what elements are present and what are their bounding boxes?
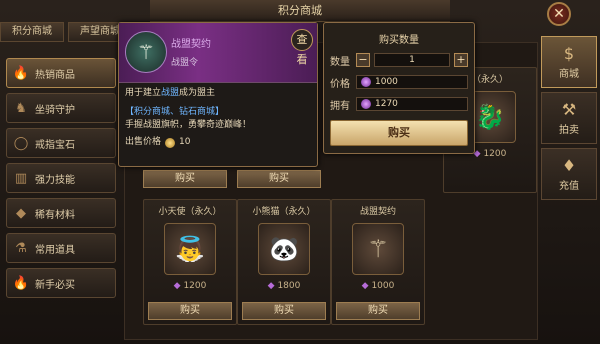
tab-auction[interactable]: ⚒ 拍卖 <box>541 92 597 144</box>
flame-icon: 🔥 <box>12 65 30 81</box>
right-tabs: $ 商城 ⚒ 拍卖 ♦ 充值 <box>541 36 597 204</box>
item-tooltip: ⚚ 战盟契约 战盟令 查看 用于建立战盟成为盟主 【积分商城、钻石商城】 手握战… <box>118 22 318 167</box>
scepter-icon: ⚚ <box>125 31 167 73</box>
gem-icon: ◆ <box>267 281 275 291</box>
sidebar-item-label: 稀有材料 <box>35 209 75 221</box>
product-card[interactable]: 小熊猫（永久） 🐼 ◆ 1800 购买 <box>237 199 331 325</box>
owned-value: 1270 <box>356 97 468 111</box>
buy-button[interactable]: 购买 <box>237 170 321 188</box>
plus-button[interactable]: + <box>454 53 468 67</box>
tab-label: 充值 <box>559 181 579 192</box>
sidebar-item-label: 新手必买 <box>35 279 75 291</box>
price-row: 价格 1000 <box>330 74 468 90</box>
price-value: 1000 <box>356 75 468 89</box>
angel-pet-icon: 👼 <box>164 223 216 275</box>
flame-icon: 🔥 <box>12 275 30 291</box>
top-tabs: 积分商城 声望商城 <box>0 22 136 42</box>
gem-icon <box>361 77 371 87</box>
buy-button[interactable]: 购买 <box>143 170 227 188</box>
purchase-title: 购买数量 <box>379 35 419 46</box>
sidebar-item-label: 常用道具 <box>35 244 75 256</box>
money-bag-icon: $ <box>563 44 575 63</box>
owned-label: 拥有 <box>330 100 350 112</box>
tab-points-shop[interactable]: 积分商城 <box>0 22 64 42</box>
card-price: ◆ 1000 <box>361 281 395 291</box>
scepter-icon: ⚚ <box>352 223 404 275</box>
window-title: 积分商城 <box>150 0 450 22</box>
sidebar-item-ring[interactable]: ◯ 戒指宝石 <box>6 128 116 158</box>
sidebar-item-label: 戒指宝石 <box>35 139 75 151</box>
sidebar-item-label: 强力技能 <box>35 174 75 186</box>
tab-label: 拍卖 <box>559 125 579 136</box>
diamond-icon: ♦ <box>561 156 577 175</box>
card-price: ◆ 1800 <box>267 281 301 291</box>
tab-label: 商城 <box>559 69 579 80</box>
sidebar: 🔥 热销商品 ♞ 坐骑守护 ◯ 戒指宝石 ▥ 强力技能 ◆ 稀有材料 ⚗ 常用道… <box>6 58 116 303</box>
card-name: 小熊猫（永久） <box>252 207 316 217</box>
tooltip-header: ⚚ 战盟契约 战盟令 查看 <box>119 23 317 83</box>
quantity-row: 数量 − 1 + <box>330 52 468 68</box>
sell-price: 出售价格 10 <box>125 137 191 148</box>
gem-icon: ◆ <box>361 281 369 291</box>
quantity-input[interactable]: 1 <box>374 53 450 67</box>
sidebar-item-mount[interactable]: ♞ 坐骑守护 <box>6 93 116 123</box>
product-card[interactable]: 战盟契约 ⚚ ◆ 1000 购买 <box>331 199 425 325</box>
item-name: 战盟契约 <box>171 39 211 50</box>
gold-coin-icon <box>165 137 176 148</box>
sidebar-item-material[interactable]: ◆ 稀有材料 <box>6 198 116 228</box>
horse-icon: ♞ <box>15 100 27 116</box>
potion-icon: ⚗ <box>15 240 27 256</box>
buy-button[interactable]: 购买 <box>148 302 232 320</box>
card-price: ◆ 1200 <box>173 281 207 291</box>
gem-icon <box>361 99 371 109</box>
gem-icon: ◆ <box>173 281 181 291</box>
item-description: 用于建立战盟成为盟主 <box>125 88 216 98</box>
ring-icon: ◯ <box>13 135 29 151</box>
item-flavor: 手握战盟旗帜，勇攀奇迹巅峰！ <box>125 120 252 130</box>
tab-recharge[interactable]: ♦ 充值 <box>541 148 597 200</box>
sidebar-item-label: 坐骑守护 <box>35 104 75 116</box>
sidebar-item-hot[interactable]: 🔥 热销商品 <box>6 58 116 88</box>
close-button[interactable]: ✕ <box>547 2 571 26</box>
card-name: 战盟契约 <box>359 207 396 217</box>
item-type: 战盟令 <box>171 58 199 68</box>
tab-mall[interactable]: $ 商城 <box>541 36 597 88</box>
sidebar-item-label: 热销商品 <box>35 69 75 81</box>
close-icon: ✕ <box>553 6 565 22</box>
sidebar-item-skill[interactable]: ▥ 强力技能 <box>6 163 116 193</box>
sidebar-item-item[interactable]: ⚗ 常用道具 <box>6 233 116 263</box>
product-card[interactable]: 小天使（永久） 👼 ◆ 1200 购买 <box>143 199 237 325</box>
buy-button[interactable]: 购买 <box>242 302 326 320</box>
item-source: 【积分商城、钻石商城】 <box>125 107 225 117</box>
quantity-label: 数量 <box>330 56 350 68</box>
purchase-panel: 购买数量 数量 − 1 + 价格 1000 拥有 1270 购买 <box>323 22 475 154</box>
panda-pet-icon: 🐼 <box>258 223 310 275</box>
owned-row: 拥有 1270 <box>330 96 468 112</box>
inspect-button[interactable]: 查看 <box>291 29 313 66</box>
gavel-icon: ⚒ <box>561 100 577 119</box>
crystal-icon: ◆ <box>16 205 26 221</box>
price-label: 价格 <box>330 78 350 90</box>
sidebar-item-newbie[interactable]: 🔥 新手必买 <box>6 268 116 298</box>
book-icon: ▥ <box>14 170 28 186</box>
card-name: 小天使（永久） <box>158 207 222 217</box>
minus-button[interactable]: − <box>356 53 370 67</box>
tooltip-body: 用于建立战盟成为盟主 【积分商城、钻石商城】 手握战盟旗帜，勇攀奇迹巅峰！ 出售… <box>119 83 317 153</box>
confirm-buy-button[interactable]: 购买 <box>330 120 468 146</box>
buy-button[interactable]: 购买 <box>336 302 420 320</box>
